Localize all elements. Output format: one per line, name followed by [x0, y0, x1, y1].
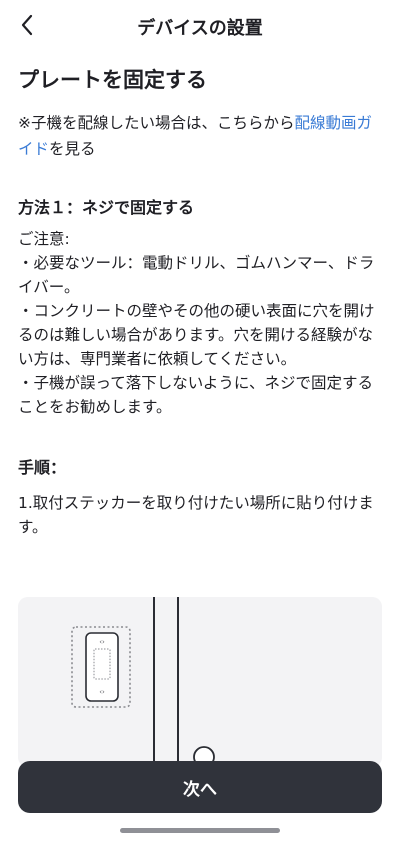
next-button[interactable]: 次へ [18, 761, 382, 813]
wiring-note: ※子機を配線したい場合は、こちらから配線動画ガイドを見る [18, 110, 382, 162]
wiring-note-suffix: を見る [49, 140, 96, 158]
steps-title: 手順： [18, 458, 67, 477]
page-heading: プレートを固定する [18, 68, 207, 92]
caution-label: ご注意: [18, 230, 70, 248]
step-item-1: 1.取付ステッカーを取り付けたい場所に貼り付けます。 [18, 494, 374, 536]
nav-title: デバイスの設置 [137, 18, 263, 39]
svg-text:‹›: ‹› [99, 688, 105, 696]
sticker-illustration: ‹› ‹› [18, 597, 382, 767]
wiring-note-prefix: ※子機を配線したい場合は、こちらから [18, 114, 295, 132]
caution-item-tools: ・必要なツール：電動ドリル、ゴムハンマー、ドライバー。 [18, 254, 375, 296]
svg-text:‹›: ‹› [99, 638, 105, 646]
navigation-bar: デバイスの設置 [0, 0, 400, 52]
method1-title: 方法１：ネジで固定する [18, 198, 195, 217]
caution-item-drilling: ・コンクリートの壁やその他の硬い表面に穴を開けるのは難しい場合があります。穴を開… [18, 302, 375, 368]
wall-sticker-image: ‹› ‹› [18, 597, 382, 767]
main-content: プレートを固定する ※子機を配線したい場合は、こちらから配線動画ガイドを見る 方… [18, 62, 382, 539]
caution-item-screws: ・子機が誤って落下しないように、ネジで固定することをお勧めします。 [18, 374, 373, 416]
home-indicator [120, 828, 280, 833]
